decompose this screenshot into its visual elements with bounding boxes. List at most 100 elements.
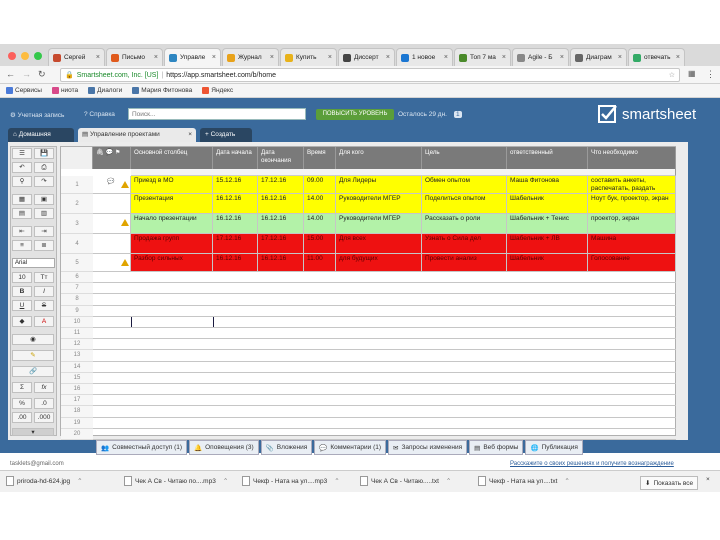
row-number[interactable]: 17	[61, 395, 93, 407]
maximize-window-icon[interactable]	[34, 52, 42, 60]
bookmark-niota[interactable]: ниота	[51, 87, 78, 94]
row-number[interactable]: 6	[61, 272, 93, 284]
download-item[interactable]: Чек А Св - Читаю.....txt ⌃	[360, 476, 451, 486]
table-cell[interactable]: Презентация	[131, 194, 213, 214]
browser-tab[interactable]: Диссерт ×	[338, 48, 395, 66]
table-cell[interactable]: Ноут бук, проектор, экран	[588, 194, 676, 214]
table-row[interactable]	[93, 406, 676, 418]
tab-create[interactable]: + Создать	[200, 128, 252, 142]
close-tab-icon[interactable]: ×	[560, 54, 564, 61]
forward-icon[interactable]: →	[22, 69, 31, 79]
show-all-downloads[interactable]: ⬇ Показать все	[640, 476, 699, 490]
address-bar[interactable]: 🔒 Smartsheet.com, Inc. [US] | https://ap…	[60, 68, 680, 82]
table-cell[interactable]: Руководители МГЕР	[336, 194, 422, 214]
increase-decimal-icon[interactable]: .000	[34, 412, 54, 423]
column-header[interactable]: Основной столбец	[131, 147, 213, 169]
row-number[interactable]: 3	[61, 214, 93, 234]
table-cell[interactable]: Руководители МГЕР	[336, 214, 422, 234]
search-input[interactable]: Поиск...	[128, 108, 306, 120]
close-downloads-icon[interactable]: ×	[706, 476, 710, 483]
browser-tab[interactable]: Купить ×	[280, 48, 337, 66]
row-number[interactable]: 12	[61, 339, 93, 351]
comments-button[interactable]: 💬 Комментарии (1)	[314, 440, 387, 455]
font-select[interactable]: Arial	[12, 258, 55, 268]
chevron-up-icon[interactable]: ⌃	[446, 477, 451, 485]
extension-icon[interactable]: ▦	[688, 69, 696, 78]
highlight-icon[interactable]: ✎	[12, 350, 54, 361]
star-icon[interactable]: ☆	[669, 71, 675, 79]
close-tab-icon[interactable]: ×	[96, 54, 100, 61]
browser-tab[interactable]: Топ 7 ма ×	[454, 48, 511, 66]
browser-tab[interactable]: 1 новое ×	[396, 48, 453, 66]
indent-right-icon[interactable]: ⇥	[34, 226, 54, 237]
close-tab-icon[interactable]: ×	[444, 54, 448, 61]
sum-icon[interactable]: Σ	[12, 382, 32, 393]
bold-icon[interactable]: B	[12, 286, 32, 297]
row-number[interactable]: 16	[61, 384, 93, 396]
table-cell[interactable]: 17.12.16	[258, 176, 304, 194]
table-cell[interactable]: составить анкеты, распечатать, раздать	[588, 176, 676, 194]
table-cell[interactable]: 14.00	[304, 214, 336, 234]
reload-icon[interactable]: ↻	[38, 69, 46, 80]
table-cell[interactable]: Машина	[588, 234, 676, 254]
table-cell[interactable]: Для всех	[336, 234, 422, 254]
alerts-button[interactable]: 🔔 Оповещения (3)	[189, 440, 259, 455]
tab-home[interactable]: ⌂ Домашняя	[8, 128, 74, 142]
row-number[interactable]: 10	[61, 316, 93, 328]
table-cell[interactable]: Поделиться опытом	[422, 194, 507, 214]
close-tab-icon[interactable]: ×	[212, 54, 216, 61]
table-row[interactable]	[93, 316, 676, 328]
table-cell[interactable]: Обмен опытом	[422, 176, 507, 194]
save-icon[interactable]: 💾	[34, 148, 54, 159]
row-number[interactable]: 9	[61, 305, 93, 317]
comment-icon[interactable]: 💬	[107, 179, 114, 187]
table-cell[interactable]: 15.00	[304, 234, 336, 254]
web-forms-button[interactable]: ▤ Веб формы	[469, 440, 524, 455]
close-tab-icon[interactable]: ×	[618, 54, 622, 61]
upgrade-button[interactable]: ПОВЫСИТЬ УРОВЕНЬ	[316, 109, 394, 120]
account-menu[interactable]: ⚙ Учетная запись	[10, 111, 64, 119]
close-tab-icon[interactable]: ×	[154, 54, 158, 61]
row-number[interactable]: 19	[61, 417, 93, 429]
table-cell[interactable]: 16.12.16	[258, 214, 304, 234]
table-cell[interactable]: 14.00	[304, 194, 336, 214]
card-view-icon[interactable]: ▣	[34, 194, 54, 205]
browser-tab[interactable]: Письмо ×	[106, 48, 163, 66]
strikethrough-icon[interactable]: S	[34, 300, 54, 311]
column-header[interactable]: Дата начала	[213, 147, 258, 169]
align-left-icon[interactable]: ≡	[12, 240, 32, 251]
table-cell[interactable]: 16.12.16	[213, 194, 258, 214]
link-icon[interactable]: 🔗	[12, 366, 54, 377]
table-row[interactable]	[93, 429, 676, 440]
download-item[interactable]: Чекф - Ната на ул....mp3 ⌃	[242, 476, 340, 486]
indent-icon[interactable]: ☰	[12, 148, 32, 159]
close-window-icon[interactable]	[8, 52, 16, 60]
row-number[interactable]: 4	[61, 234, 93, 254]
fill-color-icon[interactable]: ◆	[12, 316, 32, 327]
table-cell[interactable]: Продажа групп	[131, 234, 213, 254]
row-number[interactable]: 11	[61, 328, 93, 340]
table-cell[interactable]: 15.12.16	[213, 176, 258, 194]
table-cell[interactable]: Разбор сильных	[131, 254, 213, 272]
browser-tab[interactable]: Журнал ×	[222, 48, 279, 66]
decimal-icon[interactable]: .0	[34, 398, 54, 409]
close-tab-icon[interactable]: ×	[328, 54, 332, 61]
row-number[interactable]: 18	[61, 406, 93, 418]
update-requests-button[interactable]: ✉ Запросы изменения	[388, 440, 468, 455]
row-number[interactable]: 15	[61, 372, 93, 384]
close-icon[interactable]: ×	[188, 128, 192, 142]
download-item[interactable]: priroda-hd-624.jpg ⌃	[6, 476, 83, 486]
table-cell[interactable]: Приезд в МО	[131, 176, 213, 194]
table-cell[interactable]: Рассказать о роли	[422, 214, 507, 234]
grid-view-icon[interactable]: ▦	[12, 194, 32, 205]
redo-icon[interactable]: ↷	[34, 176, 54, 187]
table-cell[interactable]: для будущих	[336, 254, 422, 272]
browser-tab[interactable]: Управле ×	[164, 48, 221, 66]
table-cell[interactable]: Шабельник + ЛВ	[507, 234, 588, 254]
close-tab-icon[interactable]: ×	[676, 54, 680, 61]
table-cell[interactable]: 16.12.16	[258, 254, 304, 272]
function-icon[interactable]: fx	[34, 382, 54, 393]
table-cell[interactable]: Провести анализ	[422, 254, 507, 272]
browser-tab[interactable]: Agile - Б ×	[512, 48, 569, 66]
sharing-button[interactable]: 👥 Совместный доступ (1)	[96, 440, 188, 455]
